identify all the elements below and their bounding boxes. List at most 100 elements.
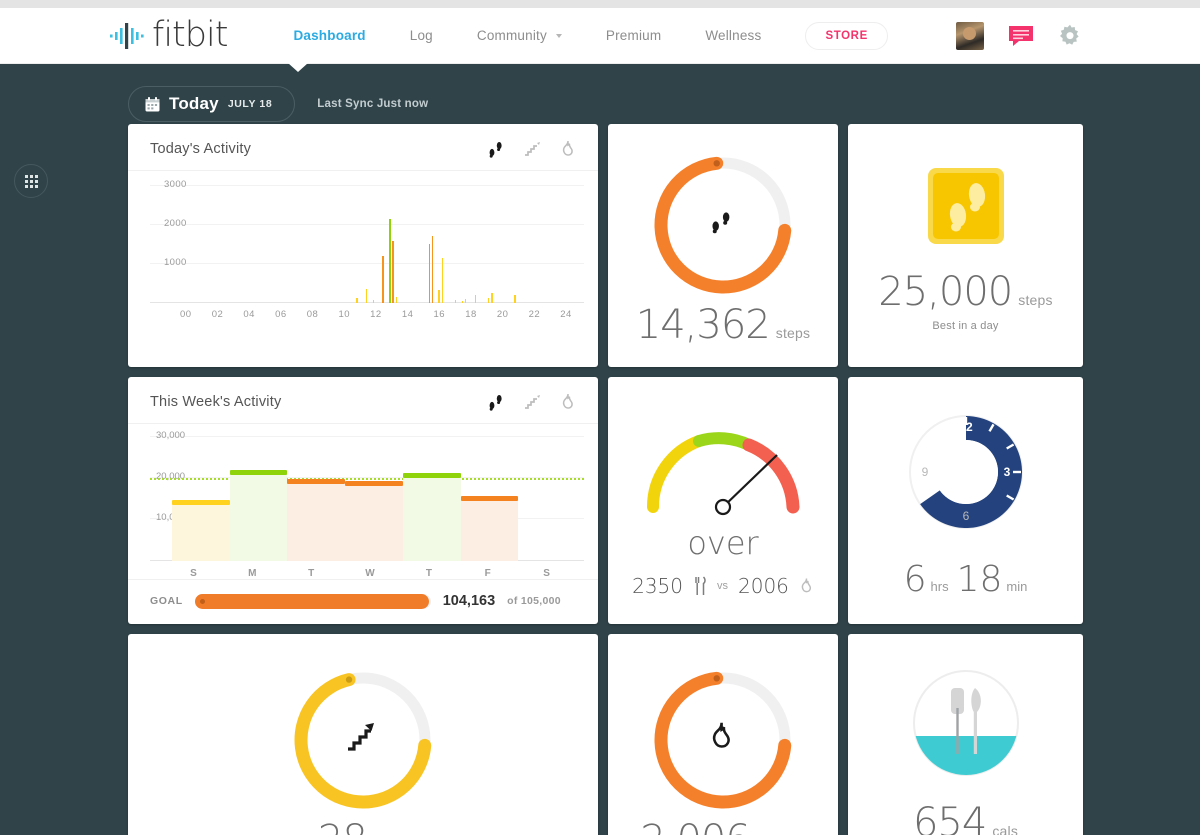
clock-mark-6: 6 [962,509,969,523]
footsteps-icon [712,212,730,234]
chart-bar [389,218,391,303]
week-x-tick-label: S [543,568,550,579]
fitbit-logo[interactable]: fitbit [110,15,228,55]
week-bar-cap [287,478,346,484]
calendar-icon [145,96,160,111]
week-bar [345,481,403,561]
best-day-badge-icon [927,167,1005,250]
footsteps-icon[interactable] [488,140,504,158]
chart-bar [514,294,516,303]
week-bar-slot [229,436,288,561]
nav-link-dashboard[interactable]: Dashboard [271,28,387,43]
nav-link-wellness-label: Wellness [705,28,762,43]
nav-links: Dashboard Log Community Premium Wellness… [271,21,888,50]
week-activity-metric-toggles [488,393,576,411]
todays-activity-header: Today's Activity [128,124,598,171]
sleep-hours-unit: hrs [930,578,949,594]
nav-right-group [956,8,1082,64]
x-tick-label: 10 [338,309,351,320]
store-button[interactable]: STORE [805,21,888,50]
chart-bar [487,297,490,303]
nav-link-premium[interactable]: Premium [584,28,683,43]
week-x-tick-label: T [308,568,315,579]
stairs-icon[interactable] [523,393,541,411]
week-x-tick-label: F [484,568,491,579]
week-x-tick-label: T [425,568,432,579]
week-bar [402,472,461,561]
card-steps: 14,362 steps [608,124,838,367]
week-x-tick-label: M [248,568,257,579]
goal-label: GOAL [150,595,183,607]
footsteps-icon[interactable] [488,393,504,411]
x-tick-label: 08 [306,309,319,320]
card-food: 654 cals left to eat [848,634,1083,835]
gauge-needle [722,454,778,508]
sleep-value-row: 6 hrs 18 min [904,559,1028,600]
nav-active-pointer [288,63,308,72]
card-floors: 28 floors [128,634,598,835]
todays-activity-bars [178,218,574,303]
date-today-label: Today [169,94,219,113]
week-bar [229,469,288,561]
nav-link-wellness[interactable]: Wellness [683,28,783,43]
chart-bar [372,299,375,303]
x-tick-label: 00 [180,309,192,320]
calorie-gauge-status: over [687,524,759,562]
nav-link-community-label: Community [476,28,547,43]
chevron-down-icon [555,34,562,39]
calories-burned-value: 2006 [738,574,789,598]
card-sleep: 12 3 6 9 6 hrs 18 min [848,377,1083,624]
x-tick-label: 16 [433,309,446,320]
message-bubble-icon[interactable] [1008,25,1034,47]
best-day-unit: steps [1018,292,1053,308]
nav-link-log[interactable]: Log [388,28,455,43]
x-tick-label: 18 [465,309,477,320]
floors-value-row: 28 floors [318,820,408,835]
todays-activity-title: Today's Activity [150,141,252,157]
app-grid-button[interactable] [14,164,48,198]
week-activity-header: This Week's Activity [128,377,598,424]
chart-bar [464,298,467,303]
clock-mark-3: 3 [1003,465,1010,479]
x-tick-label: 02 [211,309,224,320]
week-bar-slot [402,436,461,561]
chart-bar [382,255,384,303]
goal-current-value: 104,163 [442,593,496,609]
sleep-minutes-unit: min [1006,578,1028,594]
top-navbar: fitbit Dashboard Log Community Premium W… [0,8,1200,72]
best-day-value: 25,000 [878,269,1013,315]
chart-bar [454,299,457,303]
date-bar: Today JULY 18 Last Sync Just now [0,64,1200,124]
goal-progress-knob [199,598,205,604]
card-best-in-a-day: 25,000 steps Best in a day [848,124,1083,367]
chart-bar [428,244,431,303]
fitbit-wordmark: fitbit [152,15,228,55]
nav-link-log-label: Log [409,28,433,43]
week-bar-slot [287,436,346,561]
x-tick-label: 14 [401,309,414,320]
avatar[interactable] [956,22,984,50]
chart-bar [392,240,394,303]
best-day-value-row: 25,000 steps [878,272,1052,312]
flame-icon[interactable] [560,393,576,411]
week-bar-cap [402,472,461,478]
week-activity-xaxis: SMTWTFS [142,561,584,579]
flame-icon[interactable] [560,140,576,158]
gear-icon[interactable] [1058,24,1082,48]
date-selector[interactable]: Today JULY 18 [128,86,296,122]
week-bar-cap [460,495,519,501]
app-grid-icon [24,174,38,188]
calories-ring [648,665,798,820]
calories-value: 2,006 [640,820,751,835]
week-x-tick-label: S [190,568,197,579]
stairs-icon[interactable] [523,140,541,158]
nav-link-community[interactable]: Community [455,28,584,43]
week-activity-plot: 30,000 20,000 10,000 [150,430,584,561]
y-tick-3000: 3000 [164,179,187,190]
week-bar [287,478,346,561]
nav-link-premium-label: Premium [605,28,662,43]
week-bar-cap [172,500,230,506]
sleep-clock: 12 3 6 9 [900,406,1032,543]
todays-activity-metric-toggles [488,140,576,158]
flame-icon [801,578,811,593]
